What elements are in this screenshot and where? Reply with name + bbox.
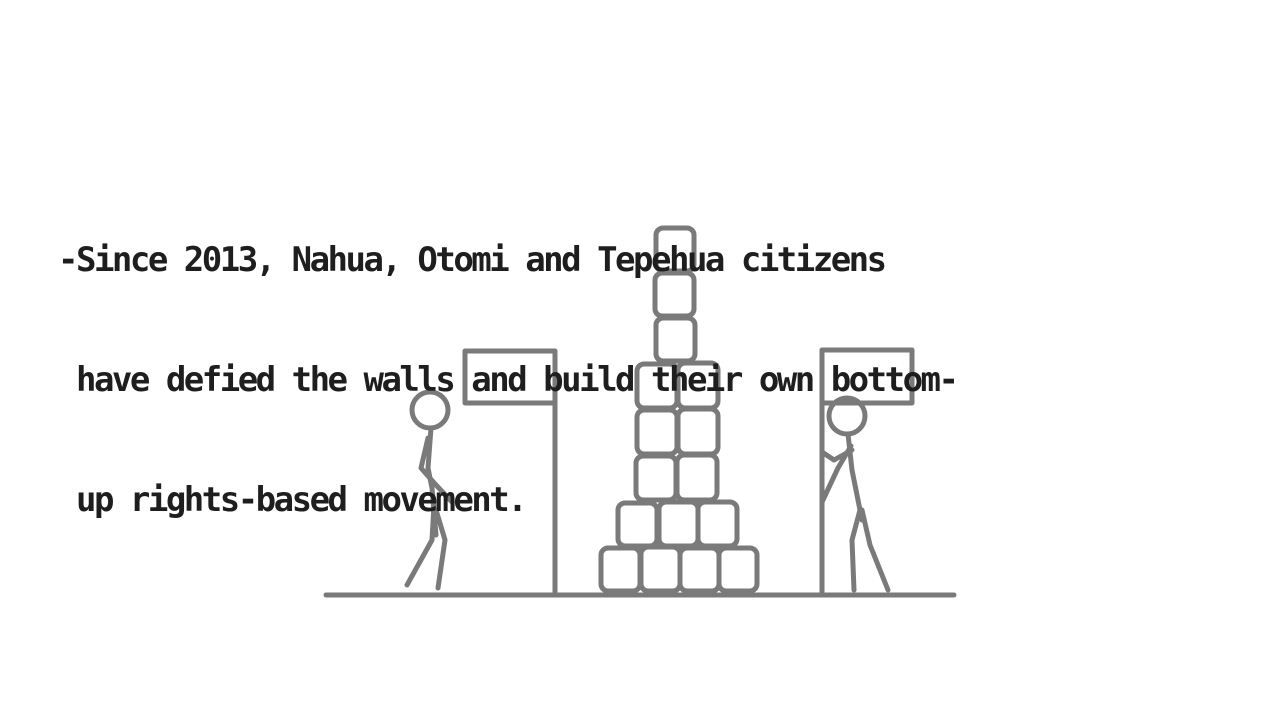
caption-line-1: -Since 2013, Nahua, Otomi and Tepehua ci… (58, 240, 887, 280)
caption-line-2: have defied the walls and build their ow… (58, 360, 959, 400)
caption-text: -Since 2013, Nahua, Otomi and Tepehua ci… (58, 160, 1228, 600)
illustration-stage: -Since 2013, Nahua, Otomi and Tepehua ci… (0, 0, 1280, 720)
caption-line-3: up rights-based movement. (58, 480, 528, 520)
